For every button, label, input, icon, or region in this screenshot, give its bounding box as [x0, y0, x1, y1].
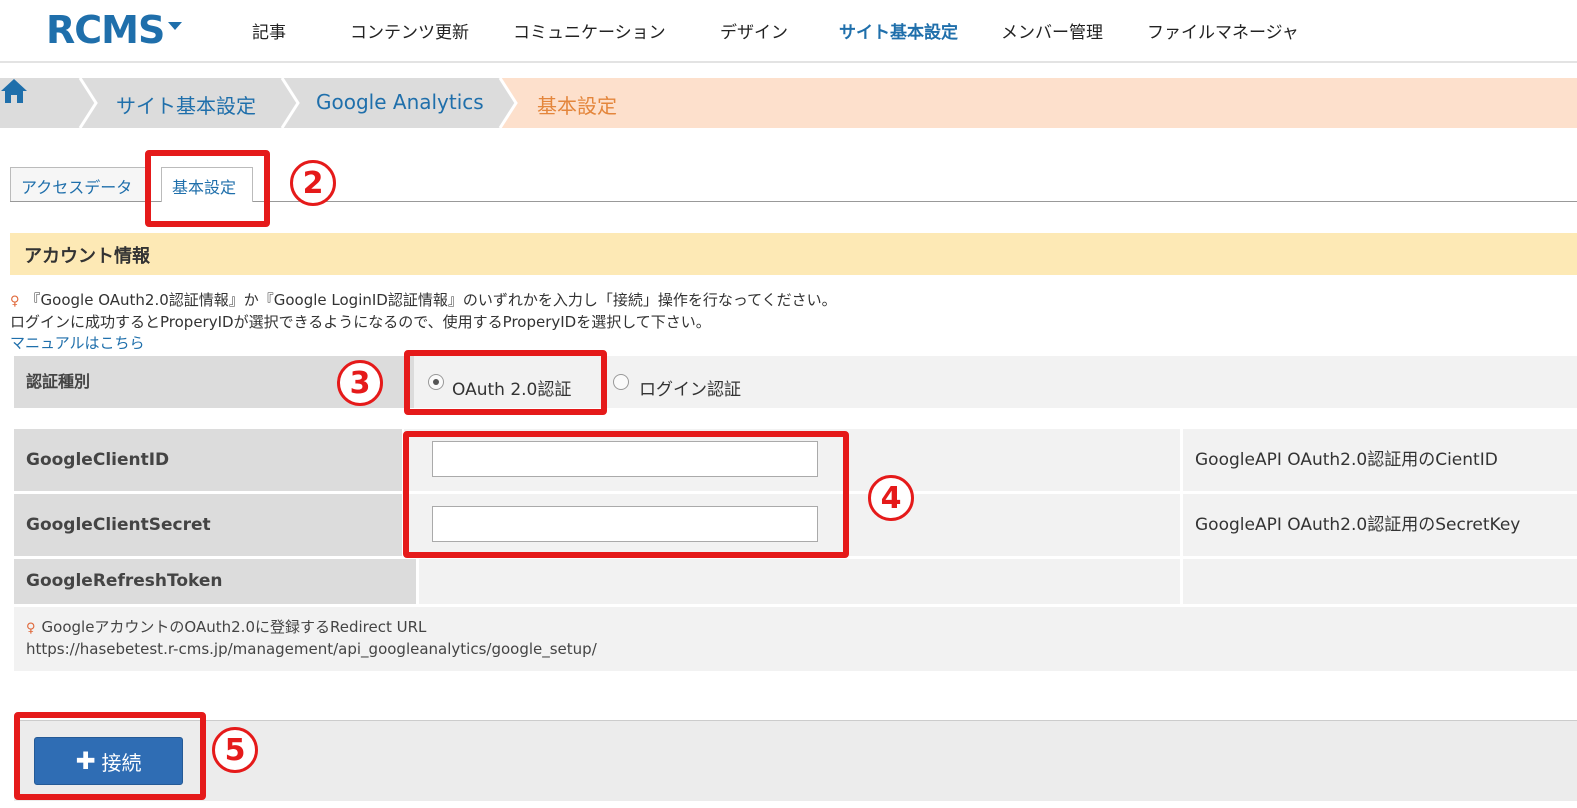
refresh-token-value — [419, 559, 1180, 604]
redirect-url-title: GoogleアカウントのOAuth2.0に登録するRedirect URL — [41, 618, 427, 636]
nav-item-communication[interactable]: コミュニケーション — [513, 18, 666, 43]
refresh-token-label: GoogleRefreshToken — [14, 559, 416, 604]
breadcrumb-current: 基本設定 — [537, 94, 617, 118]
annotation-number-3: 3 — [337, 360, 383, 406]
annotation-number-5: 5 — [212, 727, 258, 773]
client-secret-label: GoogleClientSecret — [14, 494, 402, 556]
top-navigation: RCMS 記事 コンテンツ更新 コミュニケーション デザイン サイト基本設定 メ… — [0, 0, 1577, 63]
nav-item-member-management[interactable]: メンバー管理 — [1001, 18, 1103, 43]
client-id-description: GoogleAPI OAuth2.0認証用のCientID — [1183, 429, 1577, 491]
annotation-frame-2 — [145, 150, 270, 227]
nav-item-site-settings[interactable]: サイト基本設定 — [839, 18, 958, 43]
annotation-frame-3 — [404, 350, 607, 415]
rcms-logo[interactable]: RCMS — [46, 8, 165, 52]
redirect-url-value: https://hasebetest.r-cms.jp/management/a… — [26, 640, 597, 658]
radio-login[interactable] — [613, 374, 629, 390]
chevron-down-icon[interactable] — [168, 22, 182, 30]
manual-link[interactable]: マニュアルはこちら — [10, 332, 145, 353]
breadcrumb-google-analytics[interactable]: Google Analytics — [316, 90, 484, 114]
annotation-number-4: 4 — [868, 475, 914, 521]
home-icon[interactable] — [0, 78, 28, 104]
lightbulb-icon: ♀ — [26, 621, 36, 636]
annotation-frame-4 — [403, 431, 849, 558]
breadcrumb: サイト基本設定 Google Analytics 基本設定 — [0, 78, 1577, 128]
radio-login-label[interactable]: ログイン認証 — [639, 375, 741, 400]
client-id-label: GoogleClientID — [14, 429, 402, 491]
nav-item-articles[interactable]: 記事 — [252, 18, 286, 43]
section-title-account-info: アカウント情報 — [10, 233, 1577, 275]
annotation-number-2: 2 — [290, 160, 336, 206]
notice-line-2: ログインに成功するとProperyIDが選択できるようになるので、使用するPro… — [10, 313, 711, 331]
annotation-frame-5 — [14, 712, 206, 800]
redirect-url-info: ♀ GoogleアカウントのOAuth2.0に登録するRedirect URL h… — [14, 607, 1577, 671]
nav-item-file-manager[interactable]: ファイルマネージャ — [1147, 18, 1299, 43]
breadcrumb-site-settings[interactable]: サイト基本設定 — [116, 90, 256, 119]
notice-line-1: 『Google OAuth2.0認証情報』か『Google LoginID認証情… — [25, 291, 837, 309]
refresh-token-description — [1183, 559, 1577, 604]
tab-access-data[interactable]: アクセスデータ — [10, 167, 150, 201]
notice-text: ♀ 『Google OAuth2.0認証情報』か『Google LoginID認証… — [10, 290, 837, 333]
nav-item-design[interactable]: デザイン — [720, 18, 788, 43]
client-secret-description: GoogleAPI OAuth2.0認証用のSecretKey — [1183, 494, 1577, 556]
nav-item-content-update[interactable]: コンテンツ更新 — [350, 18, 469, 43]
lightbulb-icon: ♀ — [10, 294, 20, 309]
